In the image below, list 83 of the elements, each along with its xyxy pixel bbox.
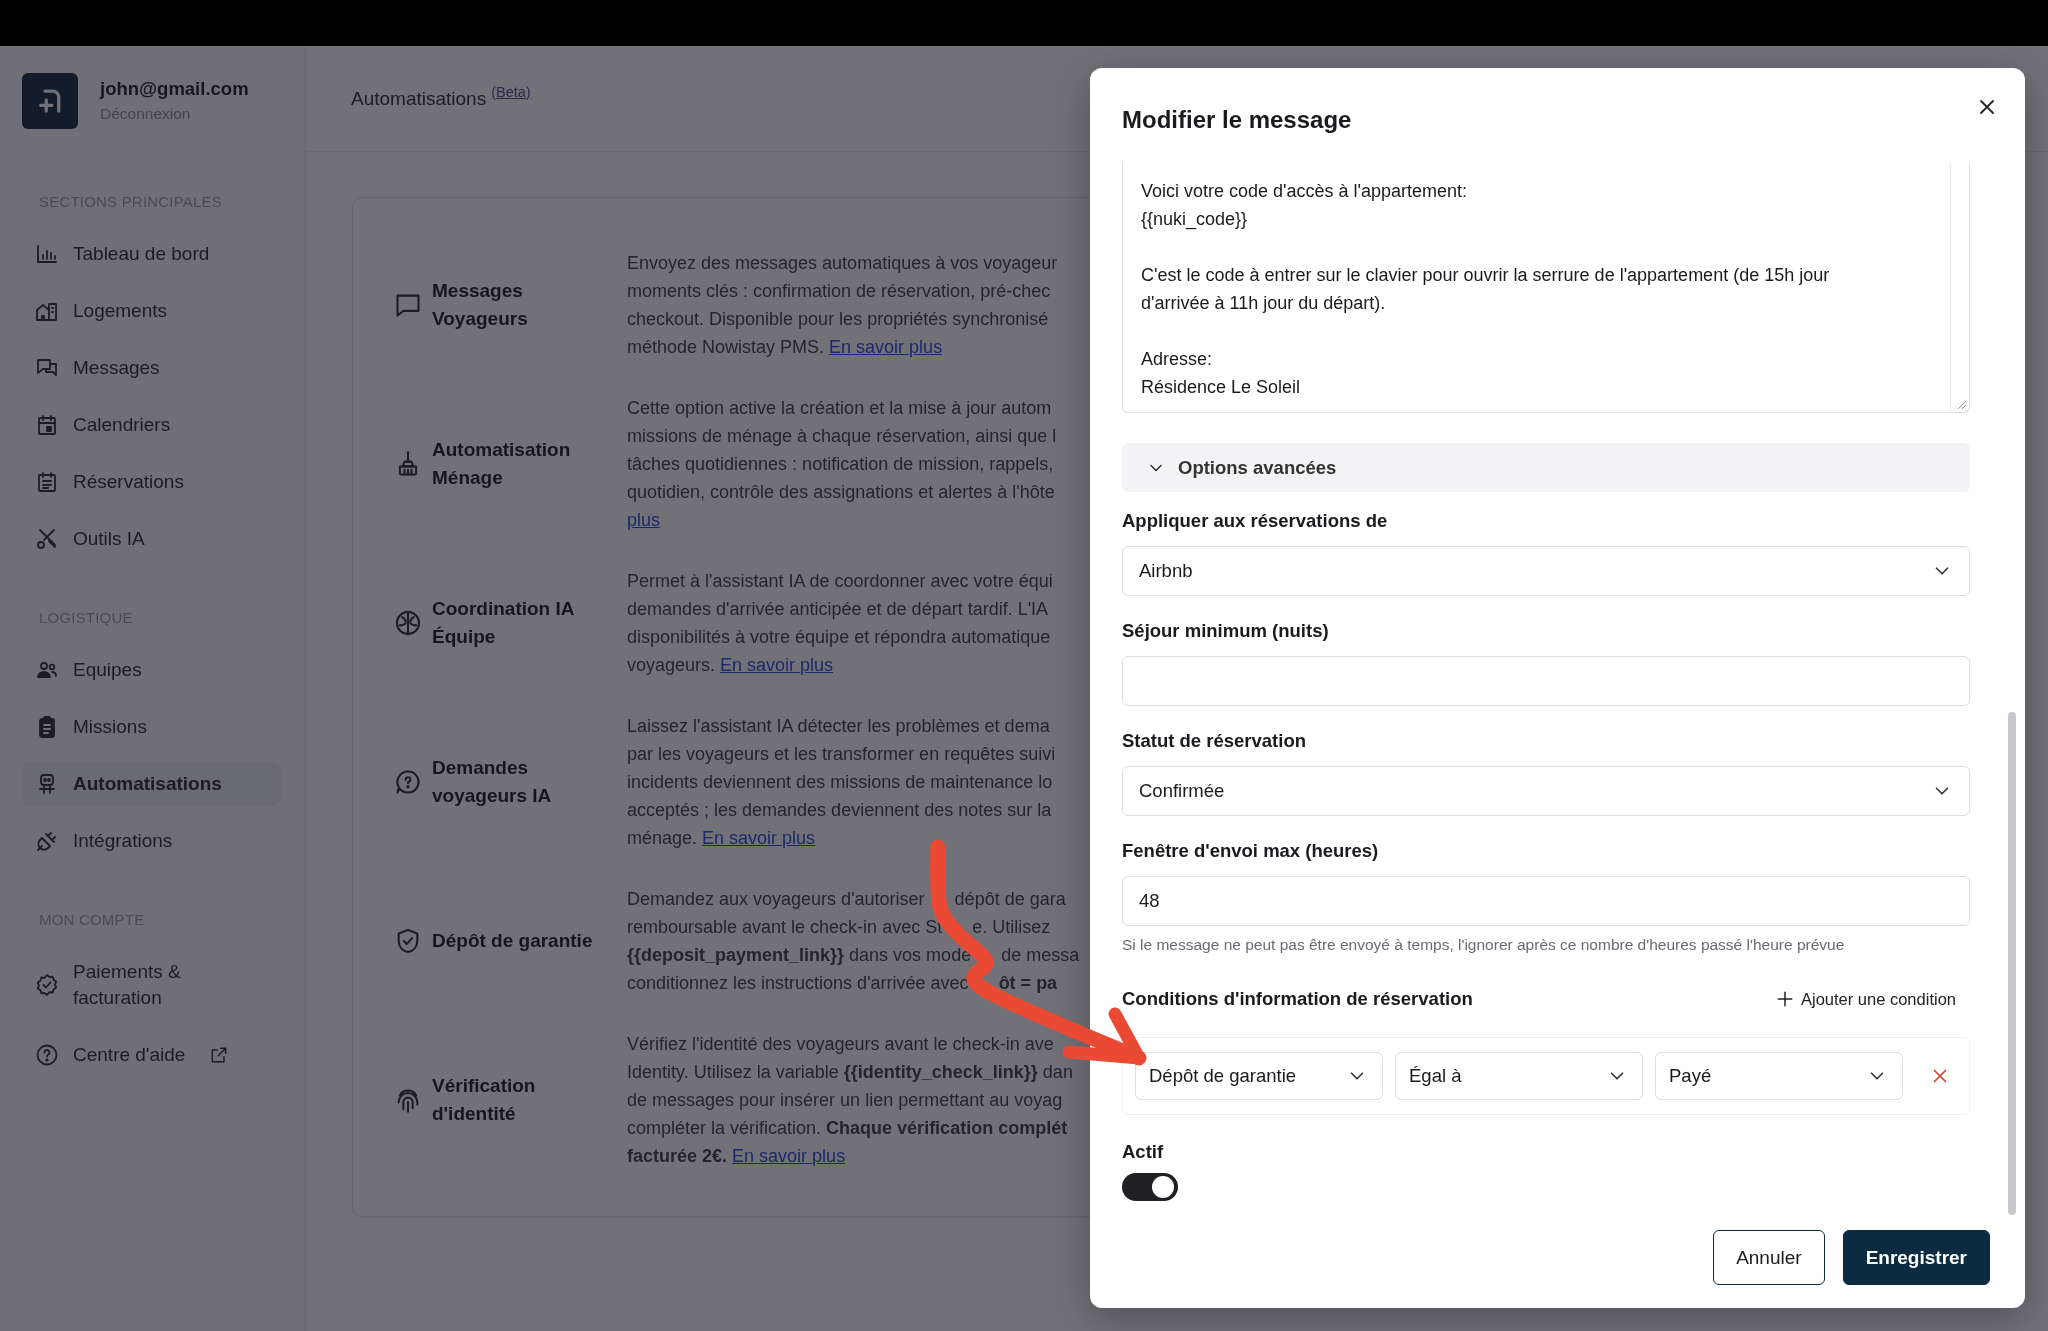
description-text: {{deposit_payment_link}} dans vos modè de messa (627, 944, 1081, 967)
nav-item[interactable]: Automatisations (22, 762, 281, 806)
description-text: Envoyez des messages automatiques à vos voyageur (627, 252, 1059, 275)
tools-icon (35, 527, 59, 551)
description-text: Demandez aux voyageurs d'autoriser dépôt de gara (627, 888, 1067, 911)
select-field[interactable]: Payé (1655, 1052, 1903, 1100)
feature-title: Dépôt de garantie (432, 929, 594, 953)
description-text: conditionnez les instructions d'arrivée avec ôt = pa (627, 972, 1059, 995)
hint-text: Si le message ne peut pas être envoyé à temps, l'ignorer après ce nombre d'heures passé l'heure prévue (1122, 935, 1846, 955)
nav-item[interactable]: Paiements & facturation (22, 950, 281, 1020)
feature-title: Demandes voyageurs IA (432, 756, 553, 808)
feature-title: Automatisation Ménage (432, 438, 572, 490)
message-field[interactable]: Voici votre code d'accès à l'appartement: {{nuki_code}} C'est le code à entrer sur le clavier pour ouvrir la serrure de l'appartement (de 15h jour d'arrivée à 11h jour du départ). Adresse: Résidence Le Soleil (1122, 163, 1970, 413)
select-field[interactable]: Dépôt de garantie (1135, 1052, 1383, 1100)
description-text: par les voyageurs et les transformer en requêtes suivi (627, 743, 1057, 766)
learn-more-link[interactable]: En savoir plus (829, 337, 943, 357)
nav-item[interactable]: Centre d'aide (22, 1033, 281, 1077)
plug-icon (35, 829, 59, 853)
beta-link[interactable]: (Beta) (491, 83, 531, 100)
description-text: moments clés : confirmation de réservation, pré-chec (627, 280, 1052, 303)
page-title: Automatisations (351, 87, 487, 110)
calendar-icon (35, 413, 59, 437)
field-label: Appliquer aux réservations de (1122, 509, 1389, 533)
description-text: Permet à l'assistant IA de coordonner avec votre équi (627, 570, 1054, 593)
field-label: Actif (1122, 1140, 1165, 1164)
description-text: incidents deviennent des missions de maintenance lo (627, 771, 1054, 794)
description-text: compléter la vérification. Chaque vérification complét (627, 1117, 1069, 1140)
description-text: acceptés ; les demandes deviennent des notes sur la (627, 799, 1053, 822)
dialog-title: Modifier le message (1122, 105, 1352, 134)
select-field[interactable]: Égal à (1395, 1052, 1643, 1100)
nav-item[interactable]: Outils IA (22, 517, 281, 561)
description-text: facturée 2€. En savoir plus (627, 1145, 847, 1168)
description-text: de messages pour insérer un lien permettant au voyag (627, 1089, 1064, 1112)
learn-more-link[interactable]: En savoir plus (720, 655, 834, 675)
section-heading: Conditions d'information de réservation (1122, 987, 1473, 1011)
learn-more-link[interactable]: plus (627, 510, 661, 530)
nav-item[interactable]: Réservations (22, 460, 281, 504)
badge-check-icon (35, 973, 59, 997)
nav-item[interactable]: Calendriers (22, 403, 281, 447)
select-field[interactable]: Confirmée (1122, 766, 1970, 816)
description-text: tâches quotidiennes : notification de mission, rappels, (627, 453, 1055, 476)
field-label: Fenêtre d'envoi max (heures) (1122, 839, 1380, 863)
learn-more-link[interactable]: En savoir plus (702, 828, 816, 848)
field-label: Statut de réservation (1122, 729, 1308, 753)
field-label: Séjour minimum (nuits) (1122, 619, 1330, 643)
resize-handle-icon[interactable] (1955, 398, 1967, 410)
bar-chart-icon (35, 242, 59, 266)
description-text: quotidien, contrôle des assignations et alertes à l'hôte (627, 481, 1056, 504)
save-button[interactable]: Enregistrer (1842, 1230, 1990, 1285)
nav-item[interactable]: Messages (22, 346, 281, 390)
feature-title: Coordination IA Équipe (432, 597, 575, 649)
calendar-list-icon (35, 470, 59, 494)
account-email: john@gmail.com (100, 77, 249, 101)
description-text: missions de ménage à chaque réservation, ainsi que l (627, 425, 1058, 448)
feature-title: Messages Voyageurs (432, 279, 529, 331)
nav-item[interactable]: Missions (22, 705, 281, 749)
question-bubble-icon (394, 768, 422, 796)
nav-item[interactable]: Equipes (22, 648, 281, 692)
description-text: ménage. En savoir plus (627, 827, 817, 850)
add-condition-button[interactable]: Ajouter une condition (1768, 988, 1970, 1010)
description-text: Vérifiez l'identité des voyageurs avant le check-in ave (627, 1033, 1055, 1056)
nav-item[interactable]: Logements (22, 289, 281, 333)
logo-icon (22, 73, 78, 129)
description-text: méthode Nowistay PMS. En savoir plus (627, 336, 944, 359)
description-text: disponibilités à votre équipe et répondra automatique (627, 626, 1052, 649)
help-icon (35, 1043, 59, 1067)
description-text: Laissez l'assistant IA détecter les problèmes et dema (627, 715, 1051, 738)
nav-item[interactable]: Tableau de bord (22, 232, 281, 276)
description-text: checkout. Disponible pour les propriétés synchronisé (627, 308, 1050, 331)
select-field[interactable]: Airbnb (1122, 546, 1970, 596)
nav-item[interactable]: Intégrations (22, 819, 281, 863)
description-text: voyageurs. En savoir plus (627, 654, 835, 677)
input-field[interactable] (1122, 656, 1970, 706)
learn-more-link[interactable]: En savoir plus (732, 1146, 846, 1166)
description-text: Cette option active la création et la mise à jour autom (627, 397, 1053, 420)
cancel-button[interactable]: Annuler (1713, 1230, 1825, 1285)
toggle-switch[interactable] (1122, 1173, 1178, 1201)
input-field[interactable]: 48 (1122, 876, 1970, 926)
scrollbar[interactable] (2008, 712, 2016, 1215)
feature-title: Vérification d'identité (432, 1074, 537, 1126)
description-text: demandes d'arrivée anticipée et de départ tardif. L'IA (627, 598, 1050, 621)
description-text: Identity. Utilisez la variable {{identity_check_link}} dan (627, 1061, 1074, 1084)
advanced-options-toggle[interactable]: Options avancées (1122, 443, 1970, 492)
